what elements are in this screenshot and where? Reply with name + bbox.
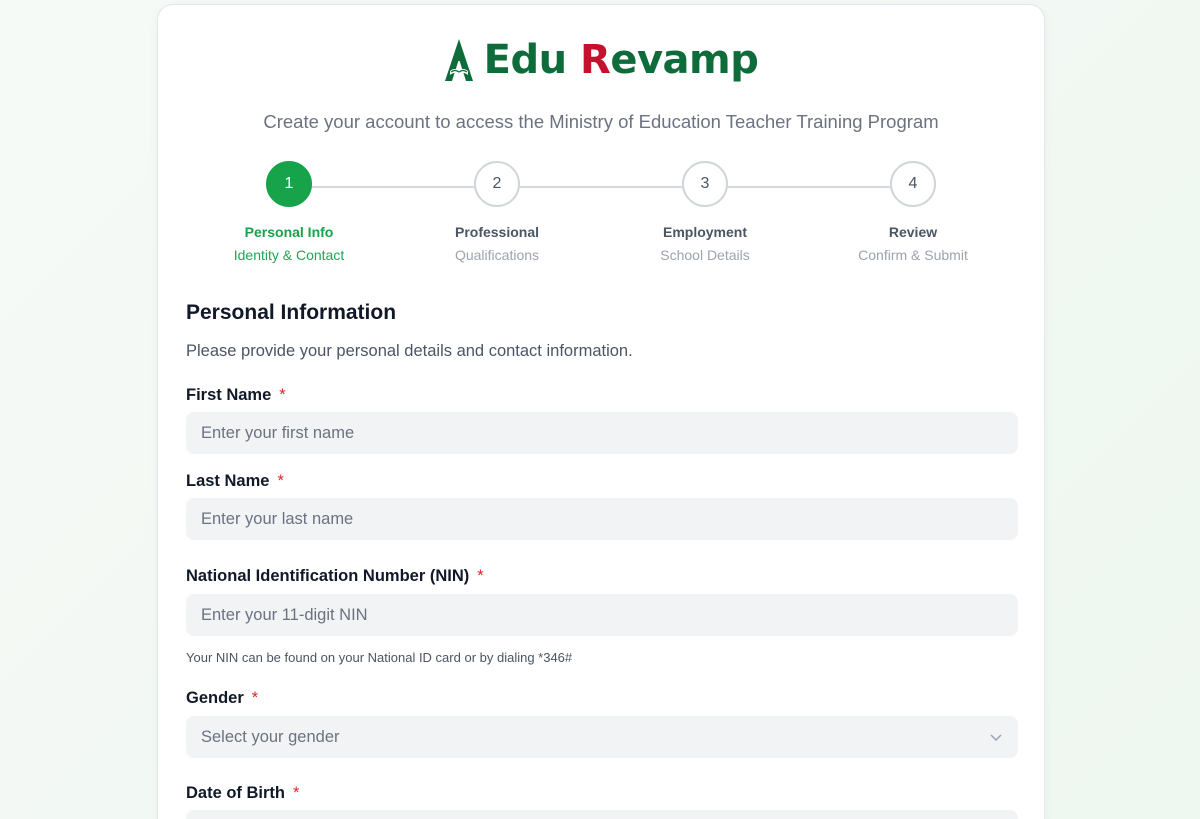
first-name-label-text: First Name	[186, 386, 272, 404]
brand-name-rest: evamp	[610, 37, 759, 83]
last-name-label: Last Name *	[186, 472, 284, 491]
step-title: Review	[888, 224, 938, 240]
brand-name: Edu Revamp	[484, 37, 759, 83]
last-name-label-text: Last Name	[186, 472, 270, 490]
gender-label-text: Gender	[186, 689, 244, 707]
section-title: Personal Information	[186, 301, 397, 324]
brand-name-part1: Edu	[483, 37, 567, 83]
chevron-down-icon	[990, 734, 1002, 742]
last-name-input[interactable]	[186, 498, 1018, 540]
open-book-tree-icon	[444, 39, 473, 81]
required-marker: *	[279, 386, 286, 404]
gender-select[interactable]: Select your gender	[186, 716, 1018, 758]
gender-select-placeholder: Select your gender	[201, 727, 340, 746]
registration-card: Edu Revamp Create your account to access…	[157, 4, 1045, 819]
nin-input[interactable]	[186, 594, 1018, 636]
required-marker: *	[477, 567, 484, 585]
dob-input[interactable]	[186, 810, 1018, 819]
dob-label: Date of Birth *	[186, 784, 299, 803]
step-title: Personal Info	[244, 224, 334, 240]
step-review[interactable]: 4 Review Confirm & Submit	[809, 161, 1017, 263]
nin-label-text: National Identification Number (NIN)	[186, 567, 470, 585]
step-subtitle: Qualifications	[454, 247, 540, 263]
step-personal-info[interactable]: 1 Personal Info Identity & Contact	[185, 161, 393, 263]
required-marker: *	[251, 689, 259, 707]
required-marker: *	[277, 472, 284, 490]
step-title: Professional	[454, 224, 540, 240]
section-description: Please provide your personal details and…	[186, 342, 633, 360]
step-number-circle: 1	[266, 161, 312, 207]
step-professional[interactable]: 2 Professional Qualifications	[393, 161, 601, 263]
first-name-label: First Name *	[186, 386, 286, 405]
brand-header: Edu Revamp	[158, 35, 1044, 85]
page-subtitle: Create your account to access the Minist…	[263, 111, 939, 132]
gender-label: Gender *	[186, 689, 258, 708]
step-number-circle: 3	[682, 161, 728, 207]
step-number-circle: 2	[474, 161, 520, 207]
nin-help-text: Your NIN can be found on your National I…	[186, 650, 573, 665]
progress-stepper: 1 Personal Info Identity & Contact 2 Pro…	[185, 161, 1017, 271]
step-subtitle: Confirm & Submit	[858, 247, 968, 263]
step-title: Employment	[662, 224, 747, 240]
step-employment[interactable]: 3 Employment School Details	[601, 161, 809, 263]
step-number-circle: 4	[890, 161, 936, 207]
nin-label: National Identification Number (NIN) *	[186, 567, 484, 586]
required-marker: *	[293, 784, 300, 802]
first-name-input[interactable]	[186, 412, 1018, 454]
step-subtitle: School Details	[660, 247, 750, 263]
step-subtitle: Identity & Contact	[233, 247, 345, 263]
brand-name-initial: R	[580, 37, 611, 83]
dob-label-text: Date of Birth	[186, 784, 285, 802]
